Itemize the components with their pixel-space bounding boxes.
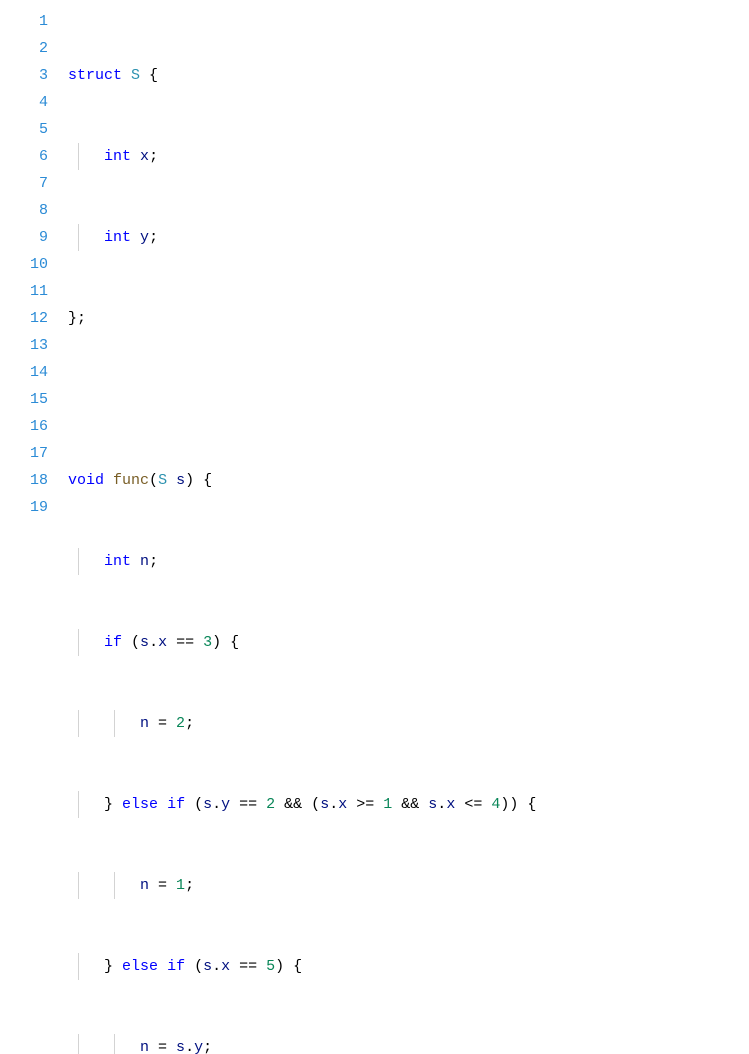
code-line: };	[68, 305, 749, 332]
code-line: int n;	[68, 548, 749, 575]
code-line: n = s.y;	[68, 1034, 749, 1054]
line-number: 7	[0, 170, 48, 197]
code-line: n = 1;	[68, 872, 749, 899]
line-number: 10	[0, 251, 48, 278]
line-number: 5	[0, 116, 48, 143]
line-number: 15	[0, 386, 48, 413]
line-number: 2	[0, 35, 48, 62]
code-line: int x;	[68, 143, 749, 170]
code-editor: 1 2 3 4 5 6 7 8 9 10 11 12 13 14 15 16 1…	[0, 8, 749, 1054]
line-number: 12	[0, 305, 48, 332]
line-number: 9	[0, 224, 48, 251]
code-line	[68, 386, 749, 413]
code-line: struct S {	[68, 62, 749, 89]
line-number: 18	[0, 467, 48, 494]
line-number: 13	[0, 332, 48, 359]
line-number: 8	[0, 197, 48, 224]
code-line: n = 2;	[68, 710, 749, 737]
line-number: 11	[0, 278, 48, 305]
code-line: void func(S s) {	[68, 467, 749, 494]
line-number: 14	[0, 359, 48, 386]
line-number: 1	[0, 8, 48, 35]
line-number-gutter: 1 2 3 4 5 6 7 8 9 10 11 12 13 14 15 16 1…	[0, 8, 68, 1054]
line-number: 3	[0, 62, 48, 89]
line-number: 17	[0, 440, 48, 467]
code-line: if (s.x == 3) {	[68, 629, 749, 656]
line-number: 4	[0, 89, 48, 116]
code-area[interactable]: struct S { int x; int y; }; void func(S …	[68, 8, 749, 1054]
code-line: int y;	[68, 224, 749, 251]
code-line: } else if (s.y == 2 && (s.x >= 1 && s.x …	[68, 791, 749, 818]
code-line: } else if (s.x == 5) {	[68, 953, 749, 980]
line-number: 16	[0, 413, 48, 440]
line-number: 19	[0, 494, 48, 521]
line-number: 6	[0, 143, 48, 170]
